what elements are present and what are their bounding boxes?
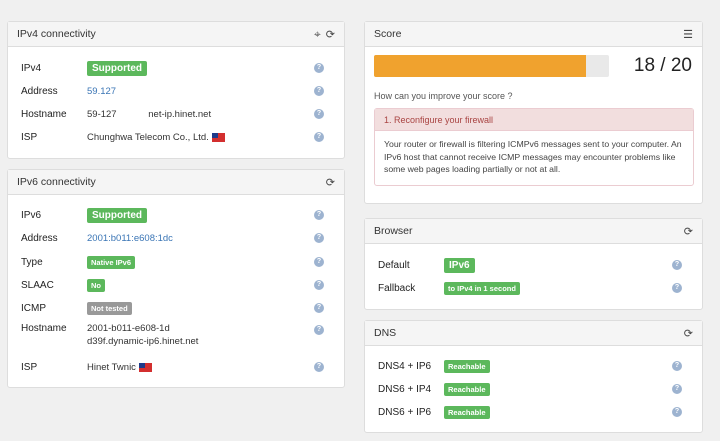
hostname-label: Hostname: [21, 323, 67, 334]
ipv4-supported-badge: Supported: [87, 60, 147, 76]
dns6-ip6-label: DNS6 + IP6: [378, 406, 432, 418]
ipv6-panel: IPv6 connectivity ⟳ IPv6 Supported ? Add…: [7, 169, 345, 388]
browser-row-default: Default IPv6 ?: [378, 257, 692, 273]
ipv6-panel-header: IPv6 connectivity ⟳: [8, 170, 344, 195]
question-circle-icon[interactable]: ?: [314, 362, 324, 372]
ipv6-supported-badge: Supported: [87, 207, 147, 223]
question-circle-icon[interactable]: ?: [672, 283, 682, 293]
ipv6-row-icmp: ICMP Not tested ?: [21, 300, 334, 316]
score-progress-fill: [374, 55, 586, 77]
firewall-tip-title[interactable]: 1. Reconfigure your firewall: [375, 109, 693, 131]
taiwan-flag-icon: [138, 362, 152, 372]
dns-panel: DNS ⟳ DNS4 + IP6 Reachable ? DNS6 + IP4 …: [364, 320, 703, 433]
fallback-label: Fallback: [378, 282, 416, 294]
hostname-label: Hostname: [21, 108, 67, 120]
isp-label: ISP: [21, 361, 38, 373]
ipv4-panel-header: IPv4 connectivity ⌖ ⟳: [8, 22, 344, 47]
firewall-tip-body: Your router or firewall is filtering ICM…: [384, 139, 682, 174]
ipv6-hostname-line1: 2001-b011-e608-1d: [87, 323, 170, 334]
type-label: Type: [21, 256, 43, 268]
question-circle-icon[interactable]: ?: [314, 132, 324, 142]
crosshair-icon[interactable]: ⌖: [314, 27, 321, 42]
ipv4-label: IPv4: [21, 62, 42, 74]
ipv4-row-support: IPv4 Supported ?: [21, 60, 334, 76]
ipv6-row-support: IPv6 Supported ?: [21, 207, 334, 223]
ipv4-panel-title: IPv4 connectivity: [17, 28, 96, 40]
ipv6-panel-title: IPv6 connectivity: [17, 176, 96, 188]
ipv6-row-isp: ISP Hinet Twnic ?: [21, 359, 334, 375]
dns6-ip6-badge: Reachable: [444, 405, 490, 419]
question-circle-icon[interactable]: ?: [314, 63, 324, 73]
question-circle-icon[interactable]: ?: [672, 407, 682, 417]
slaac-label: SLAAC: [21, 279, 54, 291]
dns-row-dns6-ip6: DNS6 + IP6 Reachable ?: [378, 404, 692, 420]
browser-panel-header: Browser ⟳: [365, 219, 702, 244]
default-label: Default: [378, 259, 410, 271]
refresh-icon[interactable]: ⟳: [684, 327, 693, 340]
question-circle-icon[interactable]: ?: [314, 280, 324, 290]
score-panel-header: Score ☰: [365, 22, 702, 47]
dns6-ip4-label: DNS6 + IP4: [378, 383, 432, 395]
question-circle-icon[interactable]: ?: [672, 260, 682, 270]
ipv6-row-type: Type Native IPv6 ?: [21, 254, 334, 270]
ipv4-row-address: Address 59.127 ?: [21, 83, 334, 99]
ipv4-row-hostname: Hostname 59-127 net-ip.hinet.net ?: [21, 106, 334, 122]
firewall-tip: 1. Reconfigure your firewall Your router…: [374, 108, 694, 186]
dns4-ip6-badge: Reachable: [444, 359, 490, 373]
browser-row-fallback: Fallback to IPv4 in 1 second ?: [378, 280, 692, 296]
dns-row-dns6-ip4: DNS6 + IP4 Reachable ?: [378, 381, 692, 397]
ipv6-isp-value: Hinet Twnic: [87, 361, 136, 373]
ipv6-row-hostname: Hostname 2001-b011-e608-1d d39f.dynamic-…: [21, 323, 334, 351]
improve-score-text: How can you improve your score ?: [374, 91, 513, 101]
ipv4-isp-value: Chunghwa Telecom Co., Ltd.: [87, 131, 209, 143]
ipv6-hostname-line2: d39f.dynamic-ip6.hinet.net: [87, 336, 199, 347]
question-circle-icon[interactable]: ?: [672, 361, 682, 371]
icmp-badge: Not tested: [87, 301, 132, 315]
question-circle-icon[interactable]: ?: [314, 325, 324, 335]
refresh-icon[interactable]: ⟳: [326, 28, 335, 41]
score-panel-title: Score: [374, 28, 402, 40]
refresh-icon[interactable]: ⟳: [326, 176, 335, 189]
score-progress-track: [374, 55, 609, 77]
question-circle-icon[interactable]: ?: [314, 109, 324, 119]
question-circle-icon[interactable]: ?: [314, 233, 324, 243]
question-circle-icon[interactable]: ?: [672, 384, 682, 394]
ipv6-row-slaac: SLAAC No ?: [21, 277, 334, 293]
browser-panel-title: Browser: [374, 225, 413, 237]
dns-panel-title: DNS: [374, 327, 397, 339]
score-panel: Score ☰ 18 / 20 How can you improve your…: [364, 21, 703, 204]
ipv4-row-isp: ISP Chunghwa Telecom Co., Ltd. ?: [21, 129, 334, 145]
ipv4-address-link[interactable]: 59.127: [87, 86, 116, 97]
slaac-badge: No: [87, 278, 105, 292]
question-circle-icon[interactable]: ?: [314, 86, 324, 96]
ipv6-address-link[interactable]: 2001:b011:e608:1dc: [87, 233, 173, 244]
default-ipv6-badge: IPv6: [444, 257, 475, 273]
browser-panel: Browser ⟳ Default IPv6 ? Fallback to IPv…: [364, 218, 703, 310]
icmp-label: ICMP: [21, 302, 46, 314]
question-circle-icon[interactable]: ?: [314, 257, 324, 267]
taiwan-flag-icon: [211, 132, 225, 142]
question-circle-icon[interactable]: ?: [314, 303, 324, 313]
refresh-icon[interactable]: ⟳: [684, 225, 693, 238]
address-label: Address: [21, 232, 58, 244]
address-label: Address: [21, 85, 58, 97]
native-ipv6-badge: Native IPv6: [87, 255, 136, 269]
dns-row-dns4-ip6: DNS4 + IP6 Reachable ?: [378, 358, 692, 374]
ipv4-panel: IPv4 connectivity ⌖ ⟳ IPv4 Supported ? A…: [7, 21, 345, 159]
dns4-ip6-label: DNS4 + IP6: [378, 360, 432, 372]
isp-label: ISP: [21, 131, 38, 143]
ipv4-hostname-value: 59-127 net-ip.hinet.net: [87, 108, 212, 120]
list-icon[interactable]: ☰: [683, 28, 693, 41]
dns6-ip4-badge: Reachable: [444, 382, 490, 396]
ipv6-label: IPv6: [21, 209, 42, 221]
fallback-badge: to IPv4 in 1 second: [444, 281, 520, 295]
question-circle-icon[interactable]: ?: [314, 210, 324, 220]
dns-panel-header: DNS ⟳: [365, 321, 702, 346]
ipv6-row-address: Address 2001:b011:e608:1dc ?: [21, 230, 334, 246]
score-value: 18 / 20: [633, 55, 692, 76]
